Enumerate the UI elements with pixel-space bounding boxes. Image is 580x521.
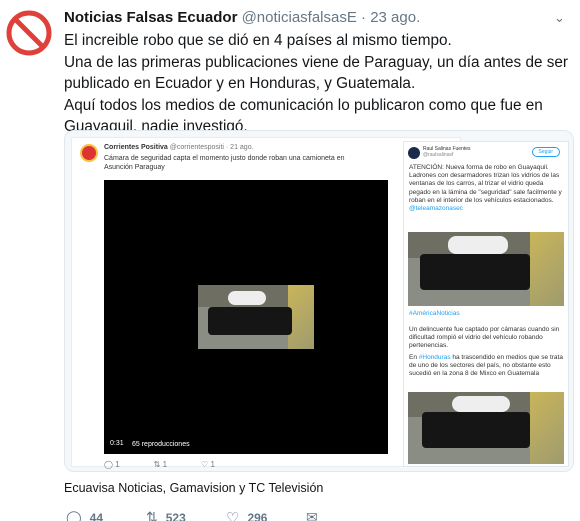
image-caption: Ecuavisa Noticias, Gamavision y TC Telev… (64, 481, 324, 495)
reply-count: 44 (89, 510, 104, 521)
embedded-retweet[interactable]: ⇅ 1 (154, 460, 167, 469)
tweet-line: Una de las primeras publicaciones viene … (64, 53, 568, 71)
embedded-handle: @raulsalinasf (423, 152, 454, 158)
no-sign-avatar[interactable] (6, 10, 52, 56)
embedded-text: Asunción Paraguay (104, 164, 165, 171)
embedded-tweet-right: Raul Salinas Fuentes @raulsalinasf Segui… (403, 141, 569, 467)
mention-link[interactable]: @teleamazonasec (409, 205, 565, 213)
embedded-text: Ladrones con desarmadores trizan los vid… (409, 172, 562, 204)
video-frame (198, 285, 314, 349)
heart-icon: ♡ (226, 510, 240, 521)
embedded-avatar (80, 144, 98, 162)
tweet-date[interactable]: 23 ago. (370, 9, 420, 26)
reply-button[interactable]: ◯ 44 (66, 509, 103, 521)
hashtag-link[interactable]: #Honduras (419, 354, 451, 361)
message-button[interactable]: ✉ (306, 509, 318, 521)
chevron-down-icon[interactable]: ⌄ (554, 10, 565, 26)
embedded-text: Un delincuente fue captado por cámaras c… (409, 326, 560, 350)
tweet-line: Aquí todos los medios de comunicación lo… (64, 96, 543, 114)
tweet-header: Noticias Falsas Ecuador @noticiasfalsasE… (64, 9, 420, 26)
embedded-photo (408, 232, 564, 306)
retweet-count: 523 (165, 510, 186, 521)
embedded-date: · 21 ago. (225, 144, 254, 151)
hashtag-link[interactable]: #AméricaNoticias (409, 310, 565, 318)
video-views: 65 reproducciones (132, 441, 190, 448)
envelope-icon: ✉ (306, 509, 318, 521)
video-time: 0:31 (108, 439, 126, 448)
tweet-text: El increible robo que se dió en 4 países… (64, 30, 574, 138)
embedded-reply[interactable]: ◯ 1 (104, 460, 120, 469)
reply-icon: ◯ (66, 509, 82, 521)
like-count: 296 (247, 511, 268, 521)
like-button[interactable]: ♡ 296 (226, 509, 267, 521)
handle[interactable]: @noticiasfalsasE (242, 9, 357, 26)
display-name[interactable]: Noticias Falsas Ecuador (64, 9, 237, 26)
embedded-name: Corrientes Positiva (104, 144, 168, 151)
embedded-like[interactable]: ♡ 1 (201, 460, 215, 469)
video-player[interactable]: 0:31 65 reproducciones (104, 180, 388, 454)
embedded-avatar (408, 147, 420, 159)
embedded-text: Cámara de seguridad capta el momento jus… (104, 155, 345, 162)
embedded-photo (408, 392, 564, 464)
retweet-icon: ⇅ (146, 509, 158, 521)
tweet-image[interactable]: Corrientes Positiva @corrientespositi · … (64, 130, 574, 472)
tweet-line: publicado en Ecuador y en Honduras, y Gu… (64, 75, 416, 93)
embedded-text: ATENCIÓN: Nueva forma de robo en Guayaqu… (409, 164, 549, 171)
embedded-text: En #Honduras ha trascendido en medios qu… (409, 354, 563, 378)
separator: · (361, 9, 367, 26)
follow-button[interactable]: Seguir (531, 147, 560, 157)
retweet-button[interactable]: ⇅ 523 (146, 509, 186, 521)
embedded-handle: @corrientespositi (169, 144, 224, 151)
embedded-actions: ◯ 1 ⇅ 1 ♡ 1 (104, 460, 215, 469)
tweet-line: El increible robo que se dió en 4 países… (64, 32, 452, 49)
